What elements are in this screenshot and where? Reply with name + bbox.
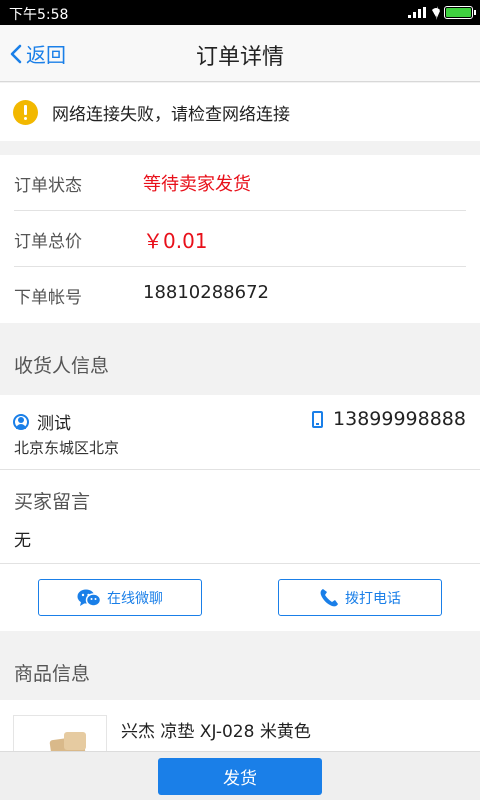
goods-header: 商品信息	[14, 663, 91, 685]
charging-icon	[434, 6, 440, 20]
battery-icon	[444, 6, 476, 19]
order-total-label: 订单总价	[14, 232, 82, 252]
status-bar: 下午5:58	[0, 0, 480, 25]
wechat-chat-label: 在线微聊	[107, 590, 163, 607]
call-button[interactable]: 拨打电话	[278, 579, 442, 616]
warning-icon	[13, 99, 38, 125]
receiver-phone: 13899998888	[333, 408, 466, 430]
phone-handset-icon	[320, 588, 338, 606]
order-status-label: 订单状态	[14, 176, 82, 196]
goods-name: 兴杰 凉垫 XJ-028 米黄色	[121, 722, 311, 742]
order-status-value: 等待卖家发货	[143, 174, 251, 195]
page-title: 订单详情	[195, 45, 284, 70]
phone-icon	[312, 410, 324, 428]
receiver-name-group: 测试	[13, 409, 71, 434]
nav-bar: 返回 订单详情	[0, 25, 480, 82]
ship-button[interactable]: 发货	[158, 758, 322, 795]
receiver-address: 北京东城区北京	[14, 439, 120, 457]
order-account-row: 下单帐号 18810288672	[0, 267, 480, 323]
order-info: 订单状态 等待卖家发货 订单总价 ￥0.01 下单帐号 18810288672	[0, 155, 480, 323]
user-icon	[13, 413, 29, 430]
order-status-row: 订单状态 等待卖家发货	[0, 155, 480, 211]
order-total-row: 订单总价 ￥0.01	[0, 211, 480, 267]
order-account-label: 下单帐号	[14, 288, 82, 308]
network-alert: 网络连接失败，请检查网络连接	[0, 83, 480, 141]
receiver-header: 收货人信息	[14, 355, 110, 377]
buyer-message-value: 无	[14, 531, 31, 551]
wechat-chat-button[interactable]: 在线微聊	[38, 579, 202, 616]
signal-icon	[408, 7, 426, 18]
alert-message: 网络连接失败，请检查网络连接	[52, 104, 290, 125]
receiver-phone-group[interactable]: 13899998888	[312, 408, 466, 430]
wechat-icon	[77, 589, 101, 607]
status-time: 下午5:58	[9, 7, 69, 23]
order-total-value: ￥0.01	[143, 229, 208, 253]
call-label: 拨打电话	[345, 590, 401, 607]
receiver-info: 测试 13899998888 北京东城区北京 买家留言 无 在线微聊 拨打电话	[0, 395, 480, 631]
receiver-name: 测试	[37, 414, 71, 434]
buyer-message-header: 买家留言	[14, 491, 91, 513]
bottom-bar: 发货	[0, 751, 480, 800]
order-account-value: 18810288672	[143, 282, 269, 303]
